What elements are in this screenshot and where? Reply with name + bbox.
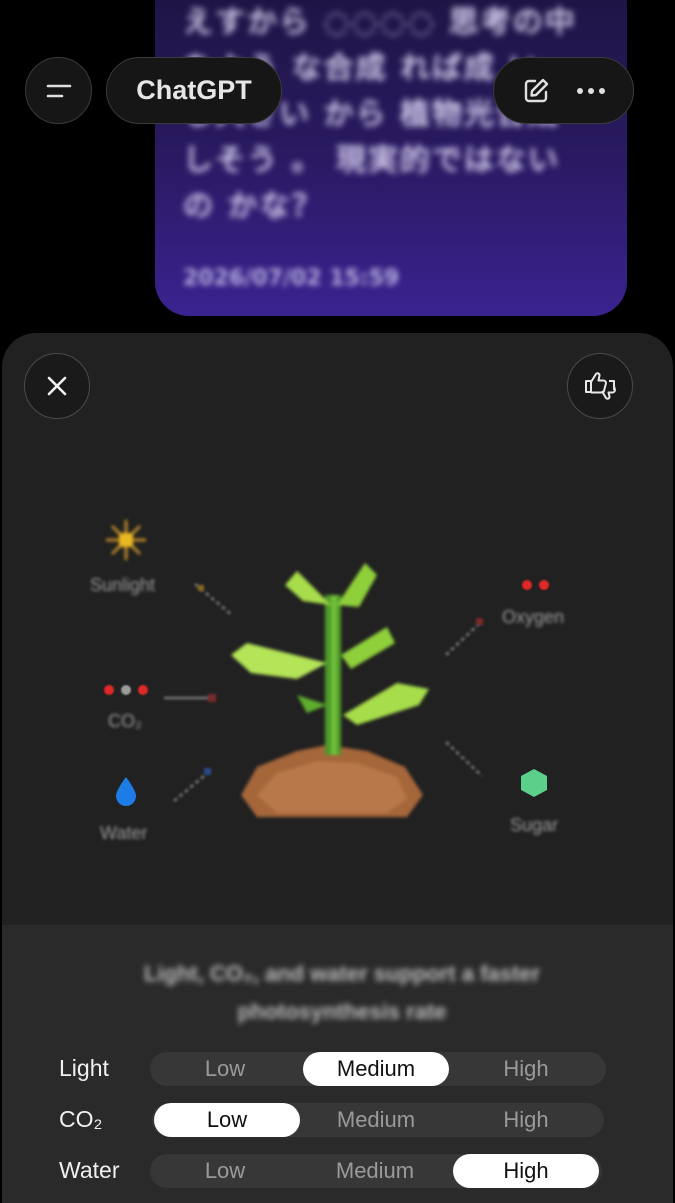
thumbs-up-down-icon (585, 372, 616, 400)
co2-option-low[interactable]: Low (154, 1103, 300, 1137)
more-icon (577, 87, 606, 94)
interactive-widget-sheet: Sunlight CO₂ Water Oxygen Sugar Light, C… (2, 333, 673, 1203)
water-drop-icon (116, 777, 136, 806)
more-options-button[interactable] (576, 86, 606, 96)
light-segmented-control: Low Medium High (150, 1052, 606, 1086)
new-chat-button[interactable] (521, 76, 551, 106)
water-option-medium[interactable]: Medium (302, 1154, 448, 1188)
co2-molecule-icon (104, 685, 148, 695)
close-button[interactable] (24, 353, 90, 419)
sunlight-label: Sunlight (90, 575, 156, 595)
widget-caption: Light, CO₂, and water support a faster p… (143, 961, 541, 1024)
light-option-high[interactable]: High (453, 1052, 599, 1086)
header-actions (493, 57, 634, 124)
close-icon (47, 376, 67, 396)
light-option-low[interactable]: Low (152, 1052, 298, 1086)
arrow-plant-to-oxygen (444, 618, 484, 657)
water-option-low[interactable]: Low (152, 1154, 298, 1188)
sun-icon (106, 520, 146, 560)
controls-panel: Light, CO₂, and water support a faster p… (2, 925, 673, 1203)
water-control-row: Water Low Medium High (2, 1150, 673, 1190)
water-label: Water (100, 823, 148, 843)
oxygen-molecule-icon (522, 580, 549, 590)
menu-icon (46, 84, 71, 97)
message-timestamp: 2026/07/02 15:59 (183, 266, 400, 291)
co2-option-medium[interactable]: Medium (303, 1103, 449, 1137)
plant-illustration (231, 563, 429, 817)
sugar-label: Sugar (510, 815, 559, 835)
co2-control-row: CO₂ Low Medium High (2, 1099, 673, 1139)
arrow-co2-to-plant (164, 694, 216, 702)
arrow-water-to-plant (173, 768, 211, 803)
water-label: Water (59, 1157, 120, 1183)
co2-option-high[interactable]: High (453, 1103, 599, 1137)
model-title-button[interactable]: ChatGPT (106, 57, 282, 124)
co2-label: CO₂ (108, 711, 142, 731)
sugar-hexagon-icon (521, 769, 547, 797)
co2-segmented-control: Low Medium High (152, 1103, 604, 1137)
arrow-plant-to-sugar (444, 740, 484, 778)
user-message-bubble: えすから ◌◌◌◌ 思考の中をよう な合成 れば成 い し大きい から 植物光合… (155, 0, 627, 316)
light-label: Light (59, 1055, 109, 1081)
co2-label: CO₂ (59, 1106, 103, 1132)
photosynthesis-diagram: Sunlight CO₂ Water Oxygen Sugar (2, 483, 673, 923)
light-control-row: Light Low Medium High (2, 1048, 673, 1088)
water-option-high[interactable]: High (453, 1154, 599, 1188)
sidebar-menu-button[interactable] (25, 57, 92, 124)
water-segmented-control: Low Medium High (150, 1154, 602, 1188)
light-option-medium[interactable]: Medium (303, 1052, 449, 1086)
oxygen-label: Oxygen (502, 607, 565, 627)
edit-icon (524, 78, 548, 102)
feedback-button[interactable] (567, 353, 633, 419)
